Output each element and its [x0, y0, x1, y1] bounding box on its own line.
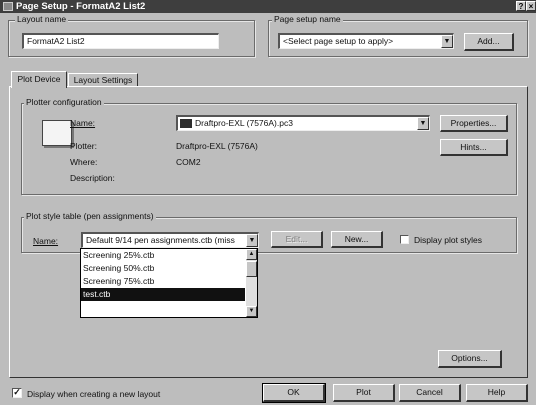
help-question-icon[interactable]: ?: [516, 1, 526, 11]
list-item[interactable]: Screening 75%.ctb: [81, 275, 245, 288]
display-when-creating-checkbox[interactable]: ✓: [12, 388, 22, 398]
scroll-down-icon[interactable]: ▼: [246, 306, 257, 317]
plotter-configuration-caption: Plotter configuration: [24, 97, 104, 107]
window-title: Page Setup - FormatA2 List2: [16, 1, 146, 12]
plotter-name-label: Name:: [70, 118, 95, 128]
where-value: COM2: [176, 157, 201, 167]
plot-style-table-caption: Plot style table (pen assignments): [24, 211, 156, 221]
display-when-creating-label: Display when creating a new layout: [27, 389, 161, 399]
new-plot-style-button[interactable]: New...: [331, 231, 383, 248]
edit-plot-style-button[interactable]: Edit...: [271, 231, 323, 248]
plotter-label: Plotter:: [70, 141, 97, 151]
printer-icon: [180, 119, 192, 128]
tab-plot-device[interactable]: Plot Device: [11, 71, 67, 88]
display-plot-styles-checkbox[interactable]: [400, 235, 409, 244]
chevron-down-icon[interactable]: ▼: [417, 117, 429, 130]
page-setup-name-group: Page setup name <Select page setup to ap…: [268, 14, 528, 57]
plotter-name-label-text: Name:: [70, 118, 96, 128]
chevron-down-icon[interactable]: ▼: [441, 35, 453, 48]
list-item[interactable]: Screening 50%.ctb: [81, 262, 245, 275]
page-setup-select-value: <Select page setup to apply>: [283, 36, 394, 46]
list-item-selected[interactable]: test.ctb: [81, 288, 245, 301]
page-setup-name-caption: Page setup name: [272, 14, 343, 24]
app-icon: [3, 2, 13, 11]
display-plot-styles-label: Display plot styles: [414, 235, 483, 245]
plotter-configuration-group: Plotter configuration Name: Draftpro-EXL…: [21, 97, 517, 195]
plot-style-select[interactable]: Default 9/14 pen assignments.ctb (miss ▼: [81, 232, 259, 248]
list-item[interactable]: [81, 301, 245, 314]
cancel-button[interactable]: Cancel: [399, 384, 461, 402]
properties-button[interactable]: Properties...: [440, 115, 508, 132]
plotter-name-value: Draftpro-EXL (7576A).pc3: [195, 118, 293, 128]
help-button[interactable]: Help: [466, 384, 528, 402]
ok-button[interactable]: OK: [262, 383, 326, 403]
plot-button[interactable]: Plot: [333, 384, 395, 402]
layout-name-input[interactable]: FormatA2 List2: [22, 33, 219, 49]
add-button[interactable]: Add...: [464, 33, 514, 51]
options-button[interactable]: Options...: [438, 350, 502, 368]
plotter-icon: [42, 120, 72, 146]
plot-style-select-value: Default 9/14 pen assignments.ctb (miss: [86, 235, 235, 245]
list-item[interactable]: Screening 25%.ctb: [81, 249, 245, 262]
chevron-down-icon[interactable]: ▼: [246, 234, 258, 247]
scroll-up-icon[interactable]: ▲: [246, 249, 257, 260]
layout-name-caption: Layout name: [15, 14, 69, 24]
plotter-value: Draftpro-EXL (7576A): [176, 141, 258, 151]
where-label: Where:: [70, 157, 98, 167]
description-label: Description:: [70, 173, 115, 183]
title-bar[interactable]: Page Setup - FormatA2 List2 ? ×: [0, 0, 536, 13]
plot-style-dropdown-list[interactable]: Screening 25%.ctb Screening 50%.ctb Scre…: [80, 248, 258, 318]
plot-device-panel: Plotter configuration Name: Draftpro-EXL…: [9, 86, 528, 378]
hints-button[interactable]: Hints...: [440, 139, 508, 156]
scroll-thumb[interactable]: [246, 261, 257, 277]
dropdown-scrollbar[interactable]: ▲ ▼: [246, 249, 257, 317]
page-setup-select[interactable]: <Select page setup to apply> ▼: [278, 33, 454, 49]
plotter-name-select[interactable]: Draftpro-EXL (7576A).pc3 ▼: [176, 115, 430, 131]
close-icon[interactable]: ×: [526, 1, 536, 11]
plot-style-name-label: Name:: [33, 236, 59, 246]
layout-name-group: Layout name FormatA2 List2: [8, 14, 255, 57]
